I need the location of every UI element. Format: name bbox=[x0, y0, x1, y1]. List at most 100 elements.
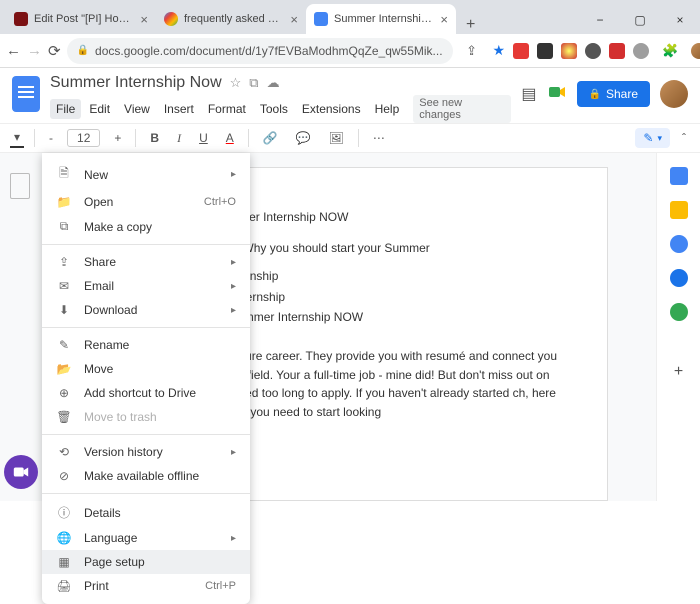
browser-tab-0[interactable]: Edit Post "[PI] How to Change ... × bbox=[6, 4, 156, 34]
docs-logo-icon[interactable] bbox=[12, 76, 40, 112]
menu-item-open[interactable]: 📁 Open Ctrl+O bbox=[42, 190, 250, 214]
menu-format[interactable]: Format bbox=[202, 99, 252, 119]
chevron-down-icon: ▾ bbox=[657, 133, 662, 144]
shortcut-icon: ⊕ bbox=[56, 386, 72, 400]
menubar: File Edit View Insert Format Tools Exten… bbox=[50, 95, 511, 123]
extension-gray-icon[interactable] bbox=[633, 43, 649, 59]
minimize-button[interactable]: − bbox=[580, 6, 620, 34]
extension-red-icon[interactable] bbox=[609, 43, 625, 59]
menu-item-download[interactable]: ⬇ Download ▸ bbox=[42, 298, 250, 322]
font-size-decrease[interactable]: - bbox=[45, 129, 57, 147]
extension-tp-icon[interactable] bbox=[513, 43, 529, 59]
bold-button[interactable]: B bbox=[146, 129, 163, 147]
menu-item-make-copy[interactable]: ⧉ Make a copy bbox=[42, 214, 250, 239]
menu-item-details[interactable]: ⓘ Details bbox=[42, 499, 250, 526]
maximize-button[interactable]: ▢ bbox=[620, 6, 660, 34]
see-new-changes-button[interactable]: See new changes bbox=[413, 95, 511, 123]
menu-item-version-history[interactable]: ⟲ Version history ▸ bbox=[42, 440, 250, 464]
page-setup-icon: ▦ bbox=[56, 555, 72, 569]
maps-icon[interactable] bbox=[670, 303, 688, 321]
chevron-right-icon: ▸ bbox=[231, 257, 236, 268]
folder-icon: 📁 bbox=[56, 195, 72, 209]
rename-icon: ✎ bbox=[56, 338, 72, 352]
move-folder-icon[interactable]: ⧉ bbox=[249, 75, 258, 91]
menu-help[interactable]: Help bbox=[369, 99, 406, 119]
star-outline-icon[interactable]: ☆ bbox=[230, 75, 242, 91]
new-tab-button[interactable]: + bbox=[456, 16, 485, 34]
forward-button[interactable]: → bbox=[27, 38, 42, 64]
hide-menus-icon[interactable]: ˆ bbox=[678, 129, 690, 147]
outline-toggle-icon[interactable] bbox=[10, 173, 30, 199]
print-icon: 🖨 bbox=[56, 579, 72, 593]
menu-edit[interactable]: Edit bbox=[83, 99, 116, 119]
back-button[interactable]: ← bbox=[6, 38, 21, 64]
chevron-right-icon: ▸ bbox=[231, 281, 236, 292]
text-color-button[interactable]: A bbox=[222, 129, 238, 147]
contacts-icon[interactable] bbox=[670, 269, 688, 287]
share-button[interactable]: 🔒 Share bbox=[577, 81, 650, 107]
share-url-icon[interactable]: ⇪ bbox=[459, 38, 485, 64]
trash-icon: 🗑 bbox=[56, 410, 72, 424]
menu-view[interactable]: View bbox=[118, 99, 156, 119]
url-field[interactable]: 🔒 docs.google.com/document/d/1y7fEVBaMod… bbox=[67, 38, 453, 64]
star-icon[interactable]: ★ bbox=[493, 42, 506, 59]
browser-tab-2[interactable]: Summer Internship Now - Go... × bbox=[306, 4, 456, 34]
separator bbox=[34, 129, 35, 147]
underline-button[interactable]: U bbox=[195, 129, 212, 147]
extension-flower-icon[interactable] bbox=[561, 43, 577, 59]
menu-item-print[interactable]: 🖨 Print Ctrl+P bbox=[42, 574, 250, 598]
extension-circle-icon[interactable] bbox=[585, 43, 601, 59]
menu-item-page-setup[interactable]: ▦ Page setup bbox=[42, 550, 250, 574]
menu-item-language[interactable]: 🌐 Language ▸ bbox=[42, 526, 250, 550]
add-side-panel-icon[interactable]: + bbox=[674, 363, 683, 381]
chevron-right-icon: ▸ bbox=[231, 447, 236, 458]
close-icon[interactable]: × bbox=[140, 12, 148, 27]
browser-tab-1[interactable]: frequently asked questions ab × bbox=[156, 4, 306, 34]
copy-icon: ⧉ bbox=[56, 219, 72, 234]
side-panel: + bbox=[656, 153, 700, 501]
menu-item-move[interactable]: 📂 Move bbox=[42, 357, 250, 381]
profile-avatar-icon[interactable] bbox=[691, 43, 700, 59]
menu-item-email[interactable]: ✉ Email ▸ bbox=[42, 274, 250, 298]
close-window-button[interactable]: × bbox=[660, 6, 700, 34]
lock-icon: 🔒 bbox=[589, 89, 601, 100]
close-icon[interactable]: × bbox=[290, 12, 298, 27]
text-color-dropdown-icon[interactable]: ▾ bbox=[10, 128, 24, 148]
separator bbox=[42, 327, 250, 328]
account-avatar[interactable] bbox=[660, 80, 688, 108]
menu-item-new[interactable]: 🗎 New ▸ bbox=[42, 159, 250, 190]
url-text: docs.google.com/document/d/1y7fEVBaModhm… bbox=[95, 44, 443, 58]
comment-history-icon[interactable]: ▤ bbox=[521, 84, 536, 104]
tasks-icon[interactable] bbox=[670, 235, 688, 253]
menu-item-share[interactable]: ⇪ Share ▸ bbox=[42, 250, 250, 274]
calendar-icon[interactable] bbox=[670, 167, 688, 185]
extension-grid-icon[interactable] bbox=[537, 43, 553, 59]
offline-icon: ⊘ bbox=[56, 469, 72, 483]
editing-mode-button[interactable]: ✎ ▾ bbox=[635, 128, 670, 148]
menu-file[interactable]: File bbox=[50, 99, 81, 119]
menu-item-available-offline[interactable]: ⊘ Make available offline bbox=[42, 464, 250, 488]
share-label: Share bbox=[606, 87, 638, 101]
font-size-value[interactable]: 12 bbox=[67, 129, 100, 147]
insert-comment-icon[interactable]: 💬 bbox=[292, 129, 315, 147]
insert-image-icon[interactable]: 🖼 bbox=[325, 129, 348, 147]
close-icon[interactable]: × bbox=[440, 12, 448, 27]
meet-fab-button[interactable] bbox=[4, 455, 38, 489]
font-size-increase[interactable]: + bbox=[110, 129, 125, 147]
keep-icon[interactable] bbox=[670, 201, 688, 219]
separator bbox=[42, 493, 250, 494]
document-title[interactable]: Summer Internship Now bbox=[50, 74, 222, 92]
menu-insert[interactable]: Insert bbox=[158, 99, 200, 119]
extensions-puzzle-icon[interactable]: 🧩 bbox=[657, 38, 683, 64]
menu-extensions[interactable]: Extensions bbox=[296, 99, 367, 119]
menu-item-rename[interactable]: ✎ Rename bbox=[42, 333, 250, 357]
menu-item-add-shortcut[interactable]: ⊕ Add shortcut to Drive bbox=[42, 381, 250, 405]
reload-button[interactable]: ⟳ bbox=[48, 38, 61, 64]
insert-link-icon[interactable]: 🔗 bbox=[259, 129, 282, 147]
more-toolbar-icon[interactable]: ⋯ bbox=[369, 129, 389, 147]
italic-button[interactable]: I bbox=[173, 129, 185, 148]
cloud-status-icon[interactable]: ☁ bbox=[267, 75, 280, 91]
separator bbox=[42, 434, 250, 435]
meet-icon[interactable] bbox=[547, 82, 567, 107]
menu-tools[interactable]: Tools bbox=[254, 99, 294, 119]
